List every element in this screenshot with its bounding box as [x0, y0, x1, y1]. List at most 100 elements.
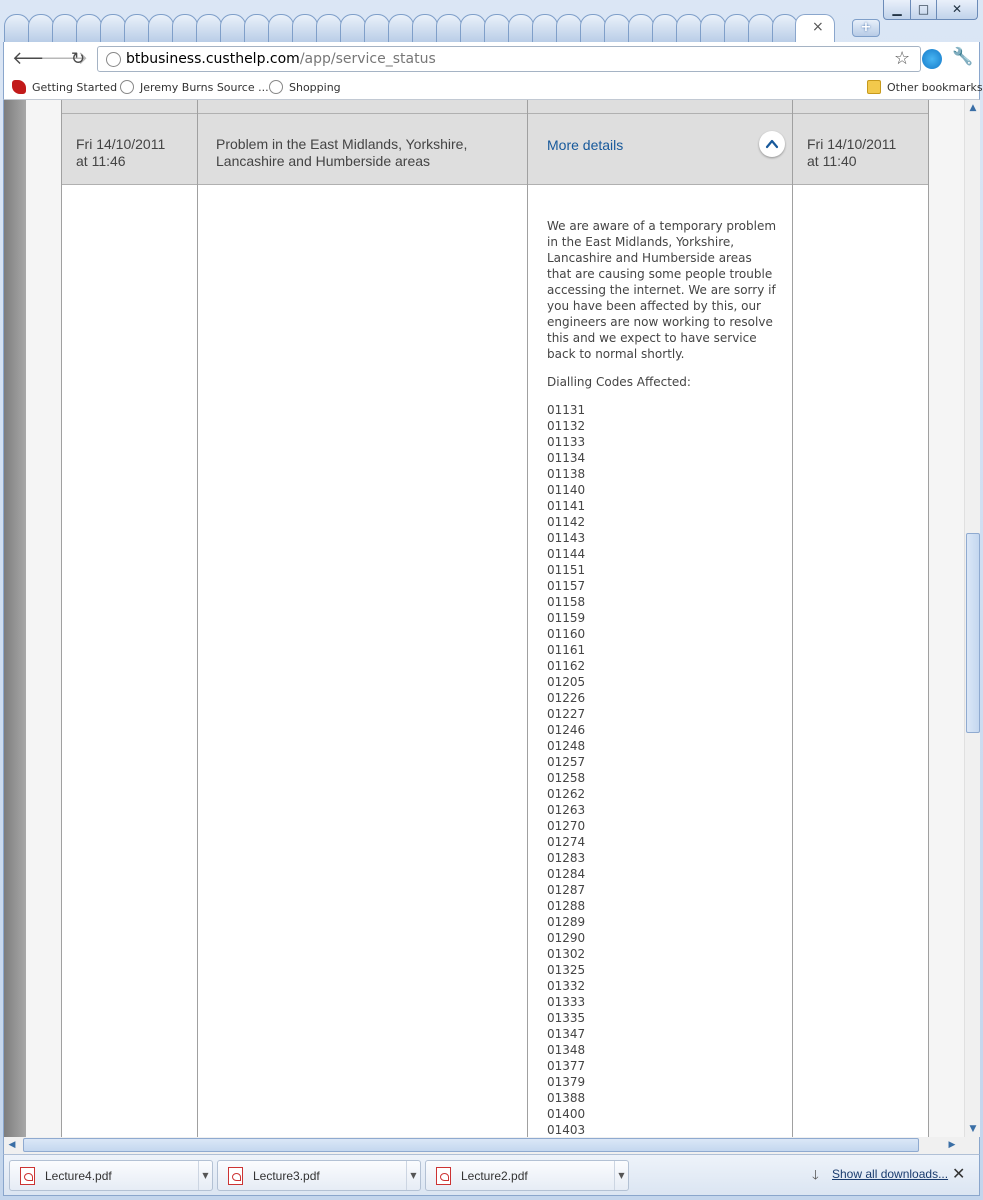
incident-title: Problem in the East Midlands, Yorkshire,… — [216, 136, 467, 170]
dialling-code: 01143 — [547, 531, 586, 545]
dialling-code: 01257 — [547, 755, 586, 769]
bookmark-star-icon[interactable]: ☆ — [894, 48, 910, 69]
reload-button[interactable]: ↻ — [67, 48, 89, 70]
scroll-left-icon[interactable]: ◀ — [4, 1137, 20, 1153]
dialling-code: 01158 — [547, 595, 586, 609]
bookmarks-bar: Getting Started Jeremy Burns Source ... … — [3, 76, 983, 100]
browser-tab[interactable] — [28, 14, 54, 42]
vertical-scroll-thumb[interactable] — [966, 533, 980, 733]
browser-tab[interactable] — [52, 14, 78, 42]
url-host: btbusiness.custhelp.com — [126, 51, 300, 67]
browser-tab[interactable] — [316, 14, 342, 42]
incident-date: Fri 14/10/2011 at 11:46 — [76, 136, 165, 170]
bookmark-shopping[interactable]: Shopping — [269, 80, 341, 94]
other-bookmarks[interactable]: Other bookmarks — [867, 80, 983, 94]
browser-tab[interactable] — [580, 14, 606, 42]
dialling-code: 01160 — [547, 627, 586, 641]
incident-title-line: Lancashire and Humberside areas — [216, 153, 431, 169]
globe-icon — [269, 80, 283, 94]
browser-tab[interactable] — [196, 14, 222, 42]
forward-button[interactable]: 🡒 — [40, 48, 88, 70]
browser-tab[interactable] — [748, 14, 774, 42]
browser-tab[interactable] — [100, 14, 126, 42]
vertical-scrollbar[interactable]: ▲ ▼ — [964, 100, 980, 1137]
browser-tab[interactable] — [556, 14, 582, 42]
browser-tab[interactable] — [412, 14, 438, 42]
browser-tab[interactable] — [508, 14, 534, 42]
incident-details: We are aware of a temporary problem in t… — [547, 218, 779, 1137]
show-all-downloads-link[interactable]: Show all downloads... — [832, 1167, 948, 1181]
dialling-code: 01388 — [547, 1091, 586, 1105]
dialling-code: 01347 — [547, 1027, 586, 1041]
incident-title-line: Problem in the East Midlands, Yorkshire, — [216, 136, 468, 152]
browser-tab[interactable] — [364, 14, 390, 42]
browser-tab[interactable] — [220, 14, 246, 42]
dialling-code: 01289 — [547, 915, 586, 929]
download-item[interactable]: Lecture4.pdf ▼ — [9, 1160, 213, 1191]
dialling-code: 01332 — [547, 979, 586, 993]
collapse-details-button[interactable] — [759, 131, 785, 157]
browser-tab[interactable] — [148, 14, 174, 42]
browser-tab[interactable] — [268, 14, 294, 42]
dialling-code: 01333 — [547, 995, 586, 1009]
browser-window: × + ▁ □ ✕ 🡐 🡒 ↻ btbusiness.custhelp.com/… — [0, 0, 983, 1200]
dialling-code: 01270 — [547, 819, 586, 833]
dialling-codes-list: 01131 01132 01133 01134 01138 01140 01141 01142… — [547, 402, 779, 1137]
chevron-down-icon[interactable]: ▼ — [614, 1161, 628, 1190]
browser-tab[interactable] — [172, 14, 198, 42]
close-shelf-icon[interactable]: ✕ — [952, 1164, 965, 1183]
download-arrow-icon: 🡓 — [812, 1168, 819, 1183]
minimize-button[interactable]: ▁ — [883, 0, 911, 20]
horizontal-scrollbar[interactable]: ◀ ▶ — [3, 1137, 980, 1154]
browser-tab[interactable] — [340, 14, 366, 42]
dialling-code: 01283 — [547, 851, 586, 865]
browser-tab[interactable] — [388, 14, 414, 42]
browser-tab[interactable] — [292, 14, 318, 42]
tab-close-icon[interactable]: × — [812, 20, 826, 34]
back-button[interactable]: 🡐 — [12, 48, 60, 70]
page-left-margin — [4, 100, 26, 1137]
browser-tab[interactable] — [484, 14, 510, 42]
bookmark-jeremy-burns[interactable]: Jeremy Burns Source ... — [120, 80, 269, 94]
address-bar[interactable]: btbusiness.custhelp.com/app/service_stat… — [97, 46, 921, 72]
maximize-button[interactable]: □ — [910, 0, 937, 20]
table-row-partial — [62, 100, 928, 114]
close-window-button[interactable]: ✕ — [936, 0, 978, 20]
browser-tab[interactable] — [124, 14, 150, 42]
browser-tab[interactable] — [244, 14, 270, 42]
browser-tab[interactable] — [460, 14, 486, 42]
horizontal-scroll-thumb[interactable] — [23, 1138, 919, 1152]
wrench-menu-icon[interactable]: 🔧 — [952, 47, 973, 67]
download-item[interactable]: Lecture3.pdf ▼ — [217, 1160, 421, 1191]
bookmark-label: Getting Started — [32, 80, 118, 94]
download-item[interactable]: Lecture2.pdf ▼ — [425, 1160, 629, 1191]
url-path: /app/service_status — [299, 51, 436, 67]
dialling-code: 01144 — [547, 547, 586, 561]
new-tab-button[interactable]: + — [852, 19, 880, 37]
browser-tab[interactable] — [724, 14, 750, 42]
scroll-down-icon[interactable]: ▼ — [965, 1121, 980, 1137]
other-bookmarks-label: Other bookmarks — [887, 80, 983, 94]
skype-extension-icon[interactable] — [922, 49, 942, 69]
scroll-right-icon[interactable]: ▶ — [944, 1137, 960, 1153]
chevron-down-icon[interactable]: ▼ — [198, 1161, 212, 1190]
bookmark-getting-started[interactable]: Getting Started — [12, 80, 117, 94]
browser-tab[interactable] — [532, 14, 558, 42]
folder-icon — [867, 80, 881, 94]
browser-tab[interactable] — [604, 14, 630, 42]
browser-tab[interactable] — [700, 14, 726, 42]
dialling-code: 01290 — [547, 931, 586, 945]
browser-tab[interactable] — [436, 14, 462, 42]
browser-tab[interactable] — [652, 14, 678, 42]
dialling-code: 01141 — [547, 499, 586, 513]
url-text[interactable]: btbusiness.custhelp.com/app/service_stat… — [126, 51, 436, 67]
browser-tab[interactable] — [628, 14, 654, 42]
dialling-code: 01138 — [547, 467, 586, 481]
browser-tab[interactable] — [76, 14, 102, 42]
more-details-link[interactable]: More details — [547, 137, 623, 153]
browser-tab[interactable] — [676, 14, 702, 42]
scroll-up-icon[interactable]: ▲ — [965, 100, 980, 116]
dialling-code: 01132 — [547, 419, 586, 433]
browser-tab[interactable] — [4, 14, 30, 42]
chevron-down-icon[interactable]: ▼ — [406, 1161, 420, 1190]
